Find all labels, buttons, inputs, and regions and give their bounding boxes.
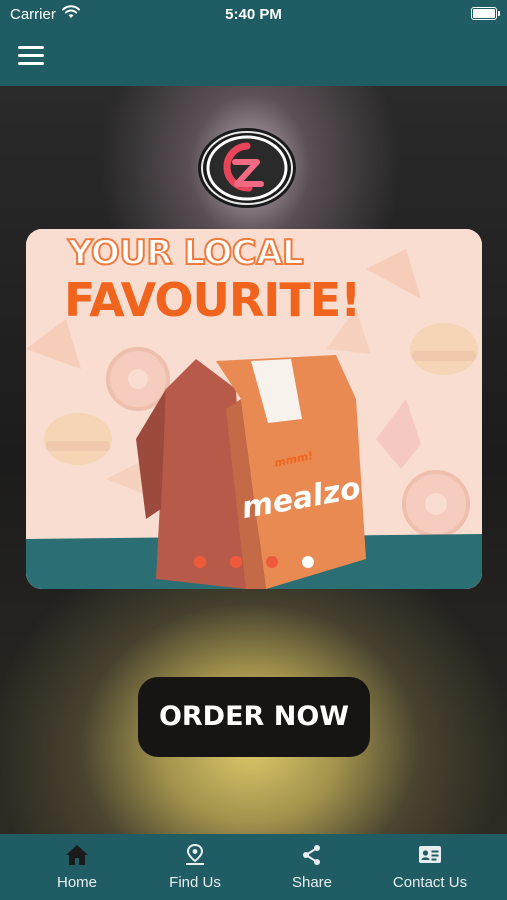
hamburger-menu-icon[interactable] xyxy=(18,44,46,68)
restaurant-logo xyxy=(198,128,296,208)
banner-headline-line2: FAVOURITE! xyxy=(64,273,361,327)
share-icon xyxy=(303,845,320,865)
contact-card-icon xyxy=(419,846,441,863)
carousel-pagination xyxy=(26,555,482,569)
tab-share[interactable]: Share xyxy=(249,834,375,900)
carousel-dot-4[interactable] xyxy=(302,556,314,568)
clock: 5:40 PM xyxy=(225,6,282,23)
tab-home-label: Home xyxy=(56,874,97,891)
banner-headline-line1: YOUR LOCAL xyxy=(67,232,305,274)
order-now-button[interactable]: ORDER NOW xyxy=(138,677,370,757)
carousel-dot-3[interactable] xyxy=(266,556,278,568)
tab-share-label: Share xyxy=(291,874,333,891)
tab-contact-us-label: Contact Us xyxy=(392,874,468,891)
tab-find-us[interactable]: Find Us xyxy=(132,834,258,900)
nav-bar xyxy=(0,28,507,86)
tab-home[interactable]: Home xyxy=(14,834,140,900)
battery-icon xyxy=(471,7,500,20)
bottom-tab-bar: Home Find Us Share Contact Us xyxy=(0,834,507,900)
tab-contact-us[interactable]: Contact Us xyxy=(367,834,493,900)
promo-banner-carousel[interactable]: YOUR LOCAL FAVOURITE! mmm! mealzo xyxy=(26,229,482,589)
carousel-dot-2[interactable] xyxy=(230,556,242,568)
status-bar: Carrier 5:40 PM xyxy=(0,0,507,28)
delivery-bag-illustration xyxy=(136,355,366,589)
main-content: YOUR LOCAL FAVOURITE! mmm! mealzo ORDER … xyxy=(0,86,507,834)
home-icon xyxy=(66,845,88,865)
carousel-dot-1[interactable] xyxy=(194,556,206,568)
location-pin-icon xyxy=(186,844,204,865)
tab-find-us-label: Find Us xyxy=(169,874,221,891)
